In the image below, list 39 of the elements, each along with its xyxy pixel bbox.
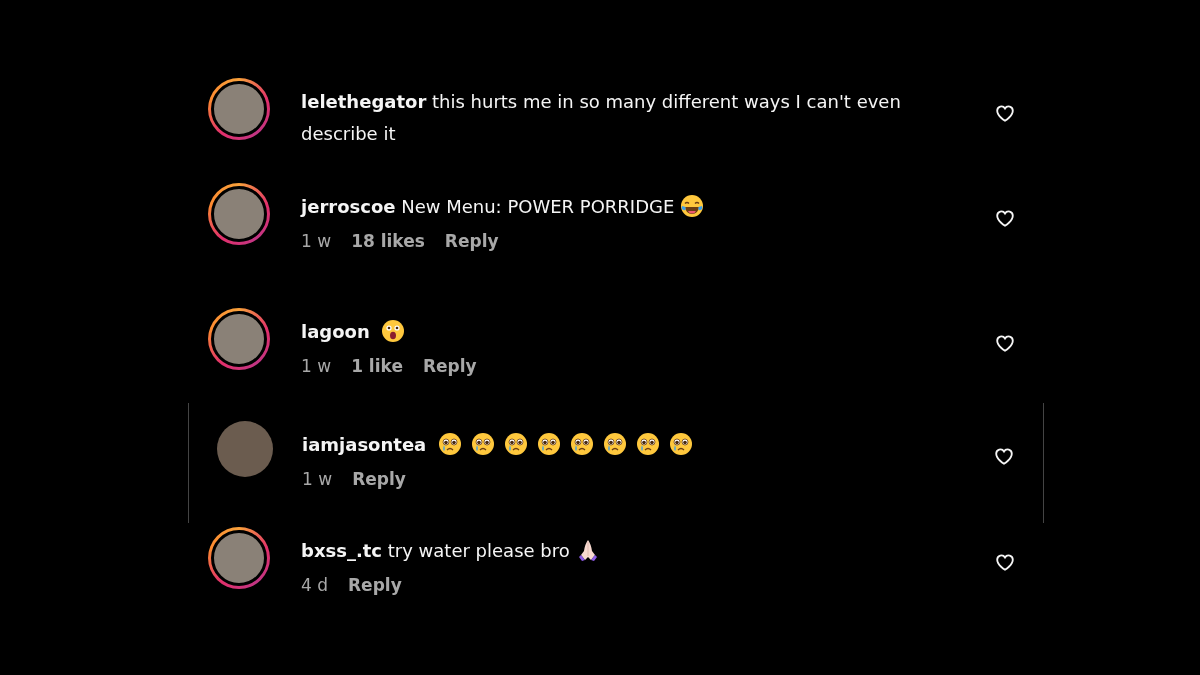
crying-emoji-icon	[537, 432, 561, 456]
reply-button[interactable]: Reply	[352, 469, 406, 489]
avatar-photo-placeholder	[217, 421, 273, 477]
crying-emoji-icon	[669, 432, 693, 456]
reply-button[interactable]: Reply	[348, 575, 402, 595]
avatar-photo-placeholder	[211, 530, 267, 586]
username-link[interactable]: iamjasontea	[302, 434, 427, 455]
crying-emoji-icon	[603, 432, 627, 456]
avatar-photo-placeholder	[211, 186, 267, 242]
crying-emoji-icon	[438, 432, 462, 456]
comment-meta: 18 likes	[351, 231, 425, 251]
comment-text: bxss_.tc try water please bro	[301, 527, 941, 567]
comment-meta: 1 w	[302, 469, 333, 489]
avatar-photo-placeholder	[211, 311, 267, 367]
username-link[interactable]: jerroscoe	[301, 196, 396, 217]
comment-text: jerroscoe New Menu: POWER PORRIDGE	[301, 183, 941, 223]
crying-emoji-icon	[471, 432, 495, 456]
username-link[interactable]: bxss_.tc	[301, 540, 383, 561]
comment-meta: 4 d	[301, 575, 328, 595]
laughing-emoji-icon	[680, 194, 705, 218]
crying-emoji-icon	[570, 432, 594, 456]
crying-emoji-icon	[636, 432, 660, 456]
comment-meta: 1 w	[301, 356, 332, 376]
comment-meta: 1 like	[351, 356, 403, 376]
username-link[interactable]: lagoon	[301, 321, 370, 342]
heart-icon[interactable]	[993, 445, 1015, 467]
heart-icon[interactable]	[994, 207, 1016, 229]
crying-emoji-icon	[504, 432, 528, 456]
username-link[interactable]: lelethegator	[301, 91, 427, 112]
avatar[interactable]	[217, 421, 273, 477]
avatar-photo-placeholder	[211, 81, 267, 137]
heart-icon[interactable]	[994, 102, 1016, 124]
comment-meta: 1 w	[301, 231, 332, 251]
comment-text: lelethegator this hurts me in so many different ways I can't even describe it	[301, 90, 902, 146]
astonished-emoji-icon	[381, 319, 406, 343]
heart-icon[interactable]	[994, 551, 1016, 573]
reply-button[interactable]: Reply	[422, 356, 477, 376]
reply-button[interactable]: Reply	[444, 231, 499, 251]
heart-icon[interactable]	[994, 332, 1016, 354]
